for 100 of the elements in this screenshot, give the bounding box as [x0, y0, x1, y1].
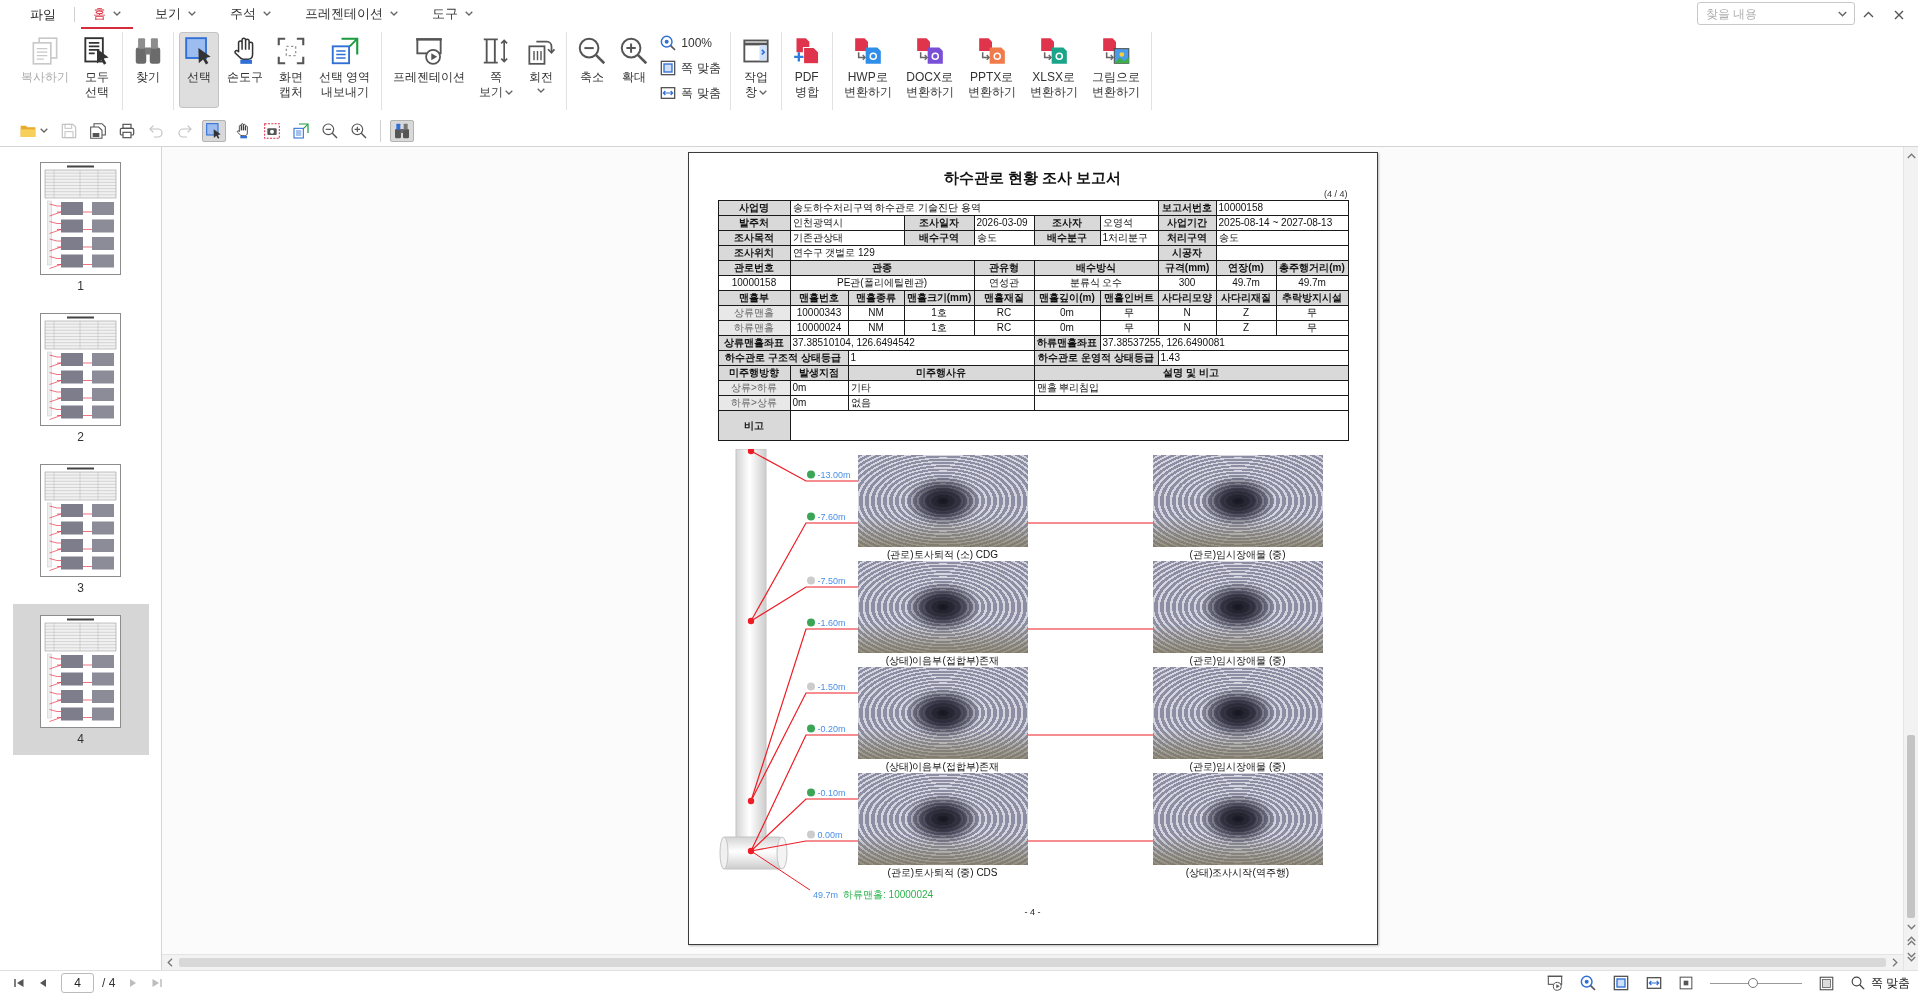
scroll-left-icon[interactable]: [167, 958, 173, 967]
photo-caption: (관로)임시장애물 (중): [1189, 761, 1286, 773]
convert-button[interactable]: DOCX로 변환하기: [899, 32, 960, 108]
full-screen-icon[interactable]: [1818, 975, 1834, 991]
page-thumbnail-item[interactable]: 1: [12, 151, 149, 302]
select-tool-button[interactable]: 선택: [179, 32, 219, 108]
task-pane-button[interactable]: 작업 창: [735, 32, 776, 108]
fit-page-icon[interactable]: [1612, 975, 1629, 991]
table-cell: 송도: [974, 230, 1034, 246]
convert-image-icon: [1101, 37, 1130, 65]
page-view-button[interactable]: 쪽 보기: [473, 32, 520, 108]
single-page-icon[interactable]: [1678, 976, 1693, 990]
slideshow-icon[interactable]: [1546, 975, 1563, 991]
slider-thumb[interactable]: [1747, 978, 1758, 988]
caret-icon: [390, 11, 398, 16]
collapse-icon[interactable]: [1863, 11, 1874, 18]
magnifier-icon[interactable]: [1579, 975, 1596, 991]
zoom-in-icon: [620, 37, 649, 65]
convert-document-icon: [1039, 37, 1068, 65]
depth-label: -7.60m: [817, 512, 845, 522]
scroll-right-icon[interactable]: [1892, 958, 1898, 967]
zoom-mode-button[interactable]: 쪽 맞춤: [1850, 974, 1910, 992]
zoom-out-button[interactable]: 축소: [572, 32, 613, 108]
find-button[interactable]: 찾기: [128, 32, 168, 108]
point-marker-icon: [747, 617, 754, 625]
page-total-label: / 4: [102, 976, 116, 990]
convert-button[interactable]: 그림으로 변환하기: [1085, 32, 1146, 108]
select-tool-button[interactable]: [202, 119, 226, 142]
page-thumbnail-drawing[interactable]: [40, 162, 121, 275]
search-icon: [1850, 976, 1865, 990]
file-menu[interactable]: 파일: [18, 0, 68, 29]
menu-tab[interactable]: 보기: [143, 0, 208, 29]
presentation-button[interactable]: 프레젠테이션: [387, 32, 472, 108]
pdf-merge-button[interactable]: PDF 병합: [786, 32, 827, 108]
page-number-label: 1: [77, 279, 84, 293]
table-cell: RC: [974, 320, 1034, 336]
print-icon: [119, 122, 135, 139]
convert-button[interactable]: PPTX로 변환하기: [961, 32, 1022, 108]
export-selection-button[interactable]: 선택 영역 내보내기: [313, 32, 377, 108]
hand-tool-button[interactable]: 손도구: [221, 32, 269, 108]
page-thumbnail-drawing[interactable]: [40, 313, 121, 426]
depth-label: -1.60m: [817, 618, 845, 628]
table-cell: PE관(폴리에틸렌관): [790, 275, 974, 291]
convert-button[interactable]: HWP로 변환하기: [837, 32, 898, 108]
fit-width-icon[interactable]: [1645, 975, 1662, 991]
table-cell: 무: [1276, 320, 1349, 336]
page-thumbnail-drawing[interactable]: [40, 615, 121, 728]
convert-button[interactable]: XLSX로 변환하기: [1023, 32, 1084, 108]
select-all-button[interactable]: 모두 선택: [77, 32, 117, 108]
hand-icon: [235, 122, 251, 139]
table-cell: 0m: [1034, 320, 1100, 336]
table-cell: 0m: [1034, 305, 1100, 321]
first-page-icon[interactable]: [13, 977, 25, 989]
scroll-up-icon[interactable]: [1906, 153, 1916, 159]
depth-label: 0.00m: [817, 830, 842, 840]
table-cell: 연수구 갯벌로 129: [790, 245, 1159, 261]
next-page-icon[interactable]: [1906, 952, 1916, 962]
screen-capture-button[interactable]: 화면 캡처: [271, 32, 311, 108]
scrollbar-thumb[interactable]: [179, 958, 1886, 967]
page-thumbnail-item[interactable]: 2: [12, 302, 149, 453]
document-cursor-icon: [83, 37, 111, 65]
menu-tab[interactable]: 프레젠테이션: [293, 0, 410, 29]
vertical-scrollbar[interactable]: [1903, 147, 1918, 970]
rotate-button[interactable]: 회전: [521, 32, 562, 108]
page-thumbnail-item[interactable]: 3: [12, 453, 149, 604]
table-cell: Z: [1216, 305, 1277, 321]
table-cell: 10000024: [790, 320, 848, 336]
menu-tab[interactable]: 홈: [81, 0, 133, 29]
fit-page-button[interactable]: 쪽 맞춤: [656, 58, 725, 78]
previous-page-icon[interactable]: [1906, 936, 1916, 946]
scrollbar-thumb[interactable]: [1907, 735, 1915, 918]
scroll-down-icon[interactable]: [1906, 924, 1916, 930]
zoom-in-button[interactable]: 확대: [614, 32, 655, 108]
binoculars-icon: [394, 122, 410, 139]
close-icon[interactable]: [1894, 9, 1904, 20]
zoom-out-icon: [322, 122, 338, 139]
page-number-label: 4: [77, 732, 84, 746]
table-cell: 1호: [904, 305, 974, 321]
horizontal-scrollbar[interactable]: [162, 954, 1903, 970]
camera-icon: [264, 122, 280, 139]
table-cell: 37.38510104, 126.6494542: [790, 335, 1034, 351]
page-number-field[interactable]: 4: [61, 973, 94, 993]
table-cell: 송도: [1216, 230, 1349, 246]
menu-tab[interactable]: 도구: [420, 0, 485, 29]
find-field[interactable]: 찾을 내용: [1697, 2, 1855, 25]
point-marker-icon: [747, 797, 754, 805]
actual-size-button[interactable]: 100%: [656, 33, 725, 53]
photo-caption: (관로)토사퇴적 (중) CDS: [887, 867, 998, 879]
menu-tab[interactable]: 주석: [218, 0, 283, 29]
side-panel-icon: [741, 37, 770, 65]
screen-play-icon: [415, 37, 444, 65]
caret-icon: [188, 11, 196, 16]
page-thumbnail-item[interactable]: 4: [12, 604, 149, 755]
fit-width-icon: [660, 85, 677, 101]
table-cell: 기타: [848, 380, 1034, 396]
find-button[interactable]: [390, 119, 414, 142]
binoculars-icon: [134, 37, 162, 65]
merge-documents-icon: [792, 37, 821, 65]
page-thumbnail-drawing[interactable]: [40, 464, 121, 577]
fit-width-button[interactable]: 폭 맞춤: [656, 83, 725, 103]
